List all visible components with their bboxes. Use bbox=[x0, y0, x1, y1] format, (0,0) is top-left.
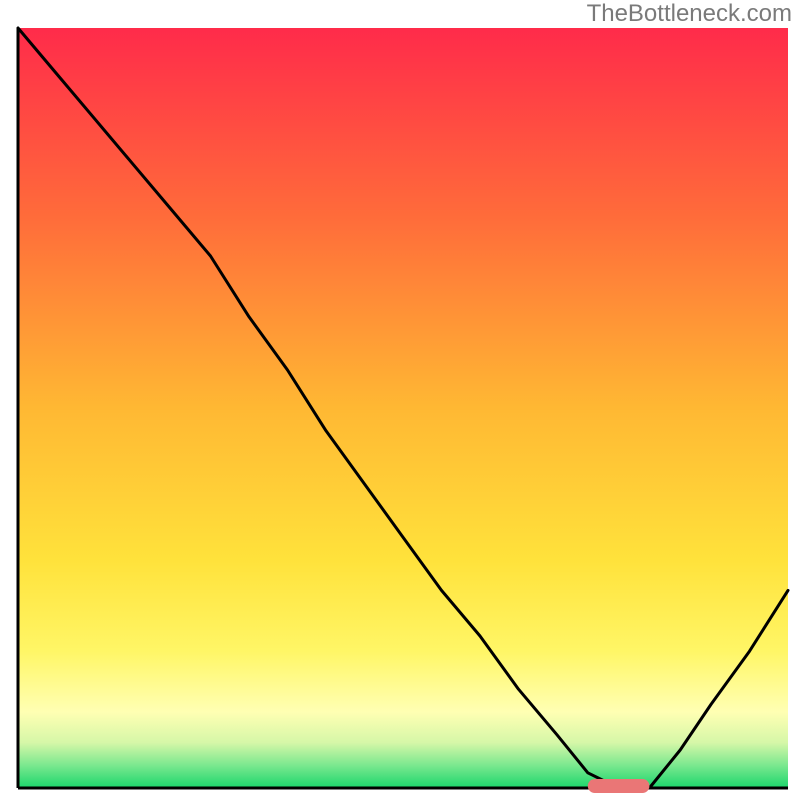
watermark-label: TheBottleneck.com bbox=[587, 0, 792, 28]
chart-container: TheBottleneck.com bbox=[0, 0, 800, 800]
chart-svg bbox=[0, 0, 800, 800]
optimal-marker bbox=[588, 779, 650, 793]
plot-background bbox=[18, 28, 788, 788]
